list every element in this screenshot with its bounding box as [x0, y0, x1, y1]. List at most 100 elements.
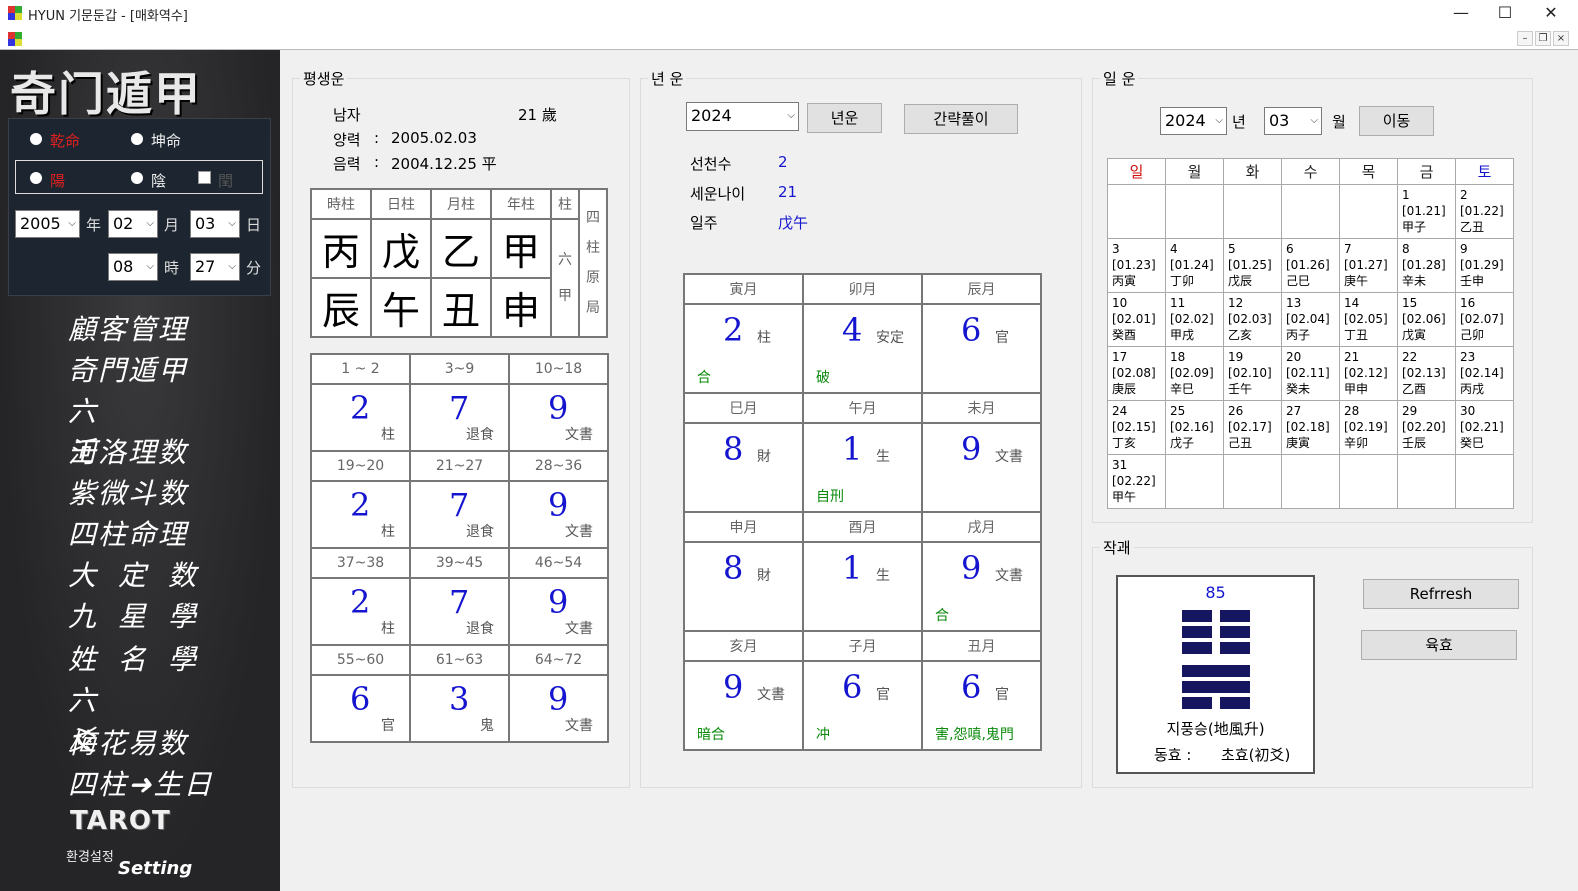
calendar-day[interactable]: 5 [01.25] 戊辰: [1223, 238, 1282, 293]
brief-reading-button[interactable]: 간략풀이: [904, 104, 1018, 134]
menu-jiuxing-xue[interactable]: 九星學: [68, 595, 218, 635]
day-ganzhi: 丁亥: [1112, 436, 1137, 450]
solar-radio[interactable]: [30, 172, 42, 184]
mdi-restore-button[interactable]: ❐: [1535, 31, 1551, 46]
calendar-day[interactable]: 17 [02.08] 庚辰: [1107, 346, 1166, 401]
calendar-day[interactable]: 3 [01.23] 丙寅: [1107, 238, 1166, 293]
weekday-header: 금: [1397, 158, 1456, 185]
minimize-button[interactable]: —: [1438, 0, 1484, 28]
calendar-day[interactable]: 16 [02.07] 己卯: [1455, 292, 1514, 347]
month-select[interactable]: 02 ⌵: [108, 210, 158, 238]
lunar-date: [01.23]: [1112, 258, 1156, 272]
calendar-day[interactable]: 30 [02.21] 癸巳: [1455, 400, 1514, 455]
day-select[interactable]: 03 ⌵: [190, 210, 240, 238]
calendar-day[interactable]: 7 [01.27] 庚午: [1339, 238, 1398, 293]
calendar-day[interactable]: 26 [02.17] 己丑: [1223, 400, 1282, 455]
calendar-day[interactable]: 8 [01.28] 辛未: [1397, 238, 1456, 293]
calendar-day[interactable]: 28 [02.19] 辛卯: [1339, 400, 1398, 455]
menu-xingming-xue[interactable]: 姓名學: [68, 638, 218, 678]
hexagram-title: 작괘: [1100, 537, 1134, 558]
fortune-age-label: 세운나이: [690, 185, 746, 203]
menu-tarot[interactable]: TAROT: [70, 806, 171, 836]
menu-sizhu-birthday[interactable]: 四柱➜生日: [68, 763, 218, 803]
lunar-date: [01.29]: [1460, 258, 1504, 272]
calendar-day[interactable]: 13 [02.04] 丙子: [1281, 292, 1340, 347]
calendar-day[interactable]: 11 [02.02] 甲戌: [1165, 292, 1224, 347]
calendar-day[interactable]: 20 [02.11] 癸未: [1281, 346, 1340, 401]
menu-sizhu-mingli[interactable]: 四柱命理: [68, 513, 218, 553]
refresh-button[interactable]: Refrresh: [1363, 579, 1519, 609]
month-label: 生: [876, 449, 890, 465]
day-ganzhi: 己卯: [1460, 328, 1485, 342]
mdi-child-icon[interactable]: [8, 32, 22, 46]
calendar-day[interactable]: 25 [02.16] 戊子: [1165, 400, 1224, 455]
period-label: 文書: [565, 718, 593, 734]
day-number: 1: [1402, 188, 1410, 202]
calendar-day[interactable]: 23 [02.14] 丙戌: [1455, 346, 1514, 401]
menu-ziwei-doushu[interactable]: 紫微斗数: [68, 472, 218, 512]
year-fortune-select[interactable]: 2024 ⌵: [686, 102, 799, 131]
calendar-day[interactable]: 6 [01.26] 己巳: [1281, 238, 1340, 293]
menu-meihua-yishu[interactable]: 梅花易数: [68, 722, 218, 762]
calendar-day[interactable]: 31 [02.22] 甲午: [1107, 454, 1166, 509]
calendar-day[interactable]: 24 [02.15] 丁亥: [1107, 400, 1166, 455]
menu-heluo-lishu[interactable]: 河洛理数: [68, 431, 218, 471]
month-cell: 6 官害,怨嗔,鬼門: [921, 660, 1042, 751]
branch-year: 申: [490, 277, 552, 338]
female-radio[interactable]: [131, 133, 143, 145]
day-unit: 日: [246, 216, 262, 234]
hour-select[interactable]: 08 ⌵: [108, 253, 158, 281]
settings-button[interactable]: Setting: [118, 858, 192, 879]
male-radio[interactable]: [30, 133, 42, 145]
calendar-day[interactable]: 12 [02.03] 乙亥: [1223, 292, 1282, 347]
female-radio-label: 坤命: [151, 132, 182, 150]
calendar-day[interactable]: 29 [02.20] 壬辰: [1397, 400, 1456, 455]
calendar-day[interactable]: 2 [01.22] 乙丑: [1455, 184, 1514, 239]
mdi-close-button[interactable]: ×: [1553, 31, 1569, 46]
calendar-day[interactable]: 21 [02.12] 甲申: [1339, 346, 1398, 401]
period-number: 3: [449, 680, 470, 718]
day-calendar: 일 월 화 수 목 금 토 1 [01.21] 甲子 2 [01.22] 乙丑 3 [01.23] 丙寅 4 [0…: [1107, 158, 1514, 509]
lunar-date: [01.28]: [1402, 258, 1446, 272]
calendar-day[interactable]: 1 [01.21] 甲子: [1397, 184, 1456, 239]
minute-select[interactable]: 27 ⌵: [190, 253, 240, 281]
leap-checkbox-label: 閏: [218, 172, 234, 190]
lunar-date: [01.21]: [1402, 204, 1446, 218]
day-number: 12: [1228, 296, 1244, 310]
calendar-day[interactable]: 18 [02.09] 辛巳: [1165, 346, 1224, 401]
leap-checkbox[interactable]: [198, 171, 211, 184]
close-button[interactable]: ✕: [1528, 0, 1574, 28]
calendar-day[interactable]: 19 [02.10] 壬午: [1223, 346, 1282, 401]
day-number: 29: [1402, 404, 1418, 418]
month-number: 9: [961, 430, 982, 468]
calendar-day[interactable]: 9 [01.29] 壬申: [1455, 238, 1514, 293]
menu-dading-shu[interactable]: 大定数: [68, 554, 218, 594]
day-ganzhi: 丙寅: [1112, 274, 1137, 288]
day-ganzhi: 丙戌: [1460, 382, 1485, 396]
month-header: 酉月: [802, 511, 923, 543]
calendar-year-select[interactable]: 2024 ⌵: [1160, 107, 1227, 135]
day-number: 24: [1112, 404, 1128, 418]
yin-line-segment: [1182, 642, 1212, 654]
calendar-day[interactable]: 15 [02.06] 戊寅: [1397, 292, 1456, 347]
month-label: 文書: [757, 687, 785, 703]
calendar-go-button[interactable]: 이동: [1359, 106, 1434, 136]
calendar-day[interactable]: 27 [02.18] 庚寅: [1281, 400, 1340, 455]
solar-date: 2005.02.03: [391, 129, 477, 147]
calendar-empty: [1281, 184, 1340, 239]
calendar-month-select[interactable]: 03 ⌵: [1264, 107, 1322, 135]
year-select[interactable]: 2005 ⌵: [15, 210, 80, 238]
calendar-day[interactable]: 10 [02.01] 癸酉: [1107, 292, 1166, 347]
mdi-minimize-button[interactable]: –: [1517, 31, 1533, 46]
year-fortune-button[interactable]: 년운: [807, 103, 882, 133]
lunar-date: [02.05]: [1344, 312, 1388, 326]
calendar-day[interactable]: 4 [01.24] 丁卯: [1165, 238, 1224, 293]
day-number: 26: [1228, 404, 1244, 418]
maximize-button[interactable]: ☐: [1482, 0, 1528, 28]
calendar-day[interactable]: 22 [02.13] 乙酉: [1397, 346, 1456, 401]
calendar-day[interactable]: 14 [02.05] 丁丑: [1339, 292, 1398, 347]
menu-qimen-dunjia[interactable]: 奇門遁甲: [68, 349, 218, 389]
liuyao-button[interactable]: 육효: [1361, 630, 1517, 660]
lunar-radio[interactable]: [131, 172, 143, 184]
menu-customer-management[interactable]: 顧客管理: [68, 308, 218, 348]
